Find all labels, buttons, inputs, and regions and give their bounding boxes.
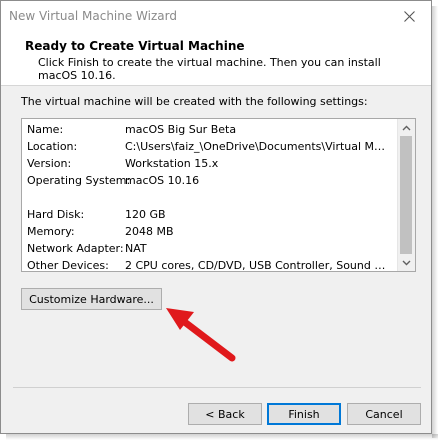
setting-value: NAT [125, 242, 147, 255]
settings-intro: The virtual machine will be created with… [21, 95, 368, 108]
footer-divider [13, 387, 421, 388]
customize-hardware-button[interactable]: Customize Hardware... [21, 288, 162, 310]
setting-value: Workstation 15.x [125, 157, 219, 170]
cancel-button[interactable]: Cancel [347, 403, 421, 425]
setting-label: Other Devices: [27, 259, 109, 272]
window-shadow-bottom [6, 434, 438, 440]
page-title: Ready to Create Virtual Machine [25, 39, 245, 53]
chevron-up-icon [402, 125, 411, 130]
setting-value: 2 CPU cores, CD/DVD, USB Controller, Sou… [125, 259, 390, 272]
setting-label: Name: [27, 123, 64, 136]
setting-value: macOS 10.16 [125, 174, 200, 187]
chevron-down-icon [402, 260, 411, 265]
setting-value: C:\Users\faiz_\OneDrive\Documents\Virtua… [125, 140, 390, 153]
window-shadow-right [432, 6, 438, 438]
setting-value: 120 GB [125, 208, 166, 221]
setting-value: macOS Big Sur Beta [125, 123, 237, 136]
setting-label: Hard Disk: [27, 208, 85, 221]
settings-list[interactable]: Name: macOS Big Sur Beta Location: C:\Us… [21, 118, 416, 272]
vertical-scrollbar[interactable] [397, 119, 415, 271]
window-title: New Virtual Machine Wizard [9, 9, 177, 23]
title-bar[interactable]: New Virtual Machine Wizard [1, 1, 431, 31]
back-button[interactable]: < Back [188, 403, 262, 425]
finish-button[interactable]: Finish [267, 403, 341, 425]
page-description: Click Finish to create the virtual machi… [38, 56, 381, 82]
setting-label: Version: [27, 157, 72, 170]
close-button[interactable] [387, 1, 431, 31]
red-arrow-icon [166, 308, 236, 362]
setting-label: Operating System: [27, 174, 131, 187]
scroll-down-button[interactable] [398, 254, 415, 271]
setting-label: Location: [27, 140, 78, 153]
setting-value: 2048 MB [125, 225, 174, 238]
setting-label: Network Adapter: [27, 242, 124, 255]
wizard-header: Ready to Create Virtual Machine Click Fi… [1, 31, 431, 86]
scroll-up-button[interactable] [398, 119, 415, 136]
setting-label: Memory: [27, 225, 75, 238]
close-icon [403, 10, 415, 22]
scroll-thumb[interactable] [400, 136, 412, 254]
